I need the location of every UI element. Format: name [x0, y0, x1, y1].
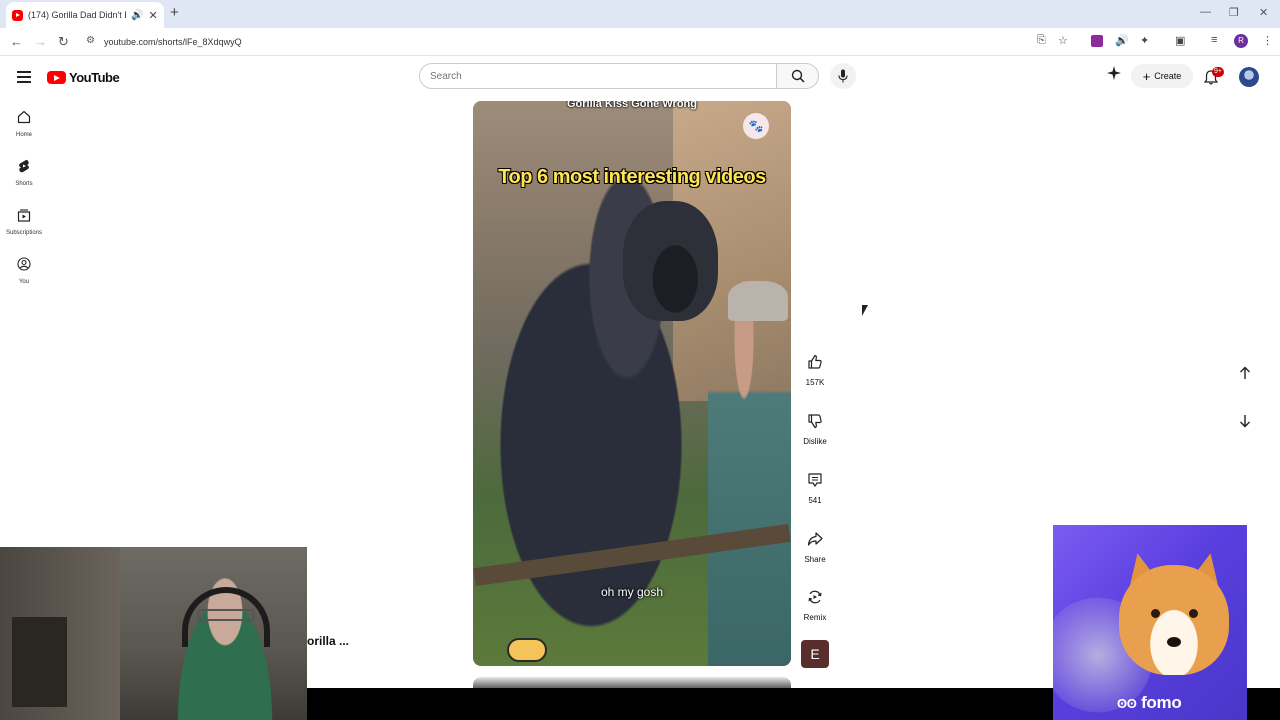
share-label: Share	[804, 555, 826, 564]
address-bar[interactable]: ⚙ youtube.com/shorts/lFe_8XdqwyQ	[80, 31, 1080, 53]
comment-count: 541	[808, 496, 822, 505]
video-headline: Top 6 most interesting videos	[498, 166, 766, 188]
dog-nose	[1167, 637, 1181, 647]
shorts-video-player[interactable]: Gorilla Kiss Gone Wrong 🐾 Top 6 most int…	[473, 101, 791, 666]
notification-count-badge: 9+	[1212, 67, 1224, 77]
home-icon	[17, 110, 31, 124]
create-button[interactable]: + Create	[1131, 64, 1193, 88]
share-arrow-icon	[807, 532, 823, 546]
next-video-title-partial: orilla ...	[307, 634, 350, 648]
ad-brand-text: fomo	[1141, 693, 1182, 712]
video-zookeeper-cap	[728, 281, 788, 321]
share-button[interactable]: Share	[797, 524, 833, 564]
close-tab-icon[interactable]: ✕	[148, 9, 157, 22]
search-button[interactable]	[777, 63, 819, 89]
previous-short-button[interactable]	[1230, 358, 1260, 388]
extensions-puzzle-icon[interactable]: ✦	[1140, 34, 1149, 47]
reading-list-icon[interactable]: ≡	[1211, 34, 1217, 46]
create-label: Create	[1154, 71, 1182, 81]
comment-icon	[808, 473, 822, 487]
guide-label-you: You	[18, 279, 30, 285]
next-short-button[interactable]	[1230, 406, 1260, 436]
search-box	[419, 63, 819, 89]
guide-item-home[interactable]: Home	[0, 110, 48, 138]
you-icon	[17, 257, 31, 271]
comments-button[interactable]: 541	[797, 465, 833, 505]
like-count: 157K	[805, 378, 825, 387]
install-app-icon[interactable]: ⎘	[1037, 34, 1046, 47]
dislike-label: Dislike	[803, 437, 827, 446]
guide-item-subscriptions[interactable]: Subscriptions	[0, 208, 48, 236]
browser-toolbar: ← → ↻ ⚙ youtube.com/shorts/lFe_8XdqwyQ	[0, 28, 1280, 56]
browser-menu-icon[interactable]: ⋮	[1262, 34, 1273, 47]
mouse-cursor-icon	[862, 305, 868, 316]
arrow-down-icon	[1240, 415, 1250, 428]
fomo-logo-icon: ʘʘ	[1117, 696, 1137, 711]
tab-title: (174) Gorilla Dad Didn't Ex	[28, 10, 126, 20]
guide-item-shorts[interactable]: Shorts	[0, 159, 48, 187]
webcam-overlay	[0, 547, 307, 720]
side-panel-icon[interactable]: ▣	[1175, 34, 1185, 47]
guide-item-you[interactable]: You	[0, 257, 48, 285]
youtube-play-icon	[47, 71, 66, 84]
arrow-up-icon	[1240, 366, 1250, 379]
ad-brand-name: ʘʘ fomo	[1117, 693, 1182, 713]
webcam-shelf	[12, 617, 67, 707]
logo-text: YouTube	[69, 70, 120, 85]
glasses-icon	[197, 609, 255, 621]
video-zookeeper	[708, 281, 791, 666]
paw-icon: 🐾	[743, 113, 769, 139]
reload-icon[interactable]: ↻	[58, 34, 69, 50]
extension-icon[interactable]	[1091, 35, 1103, 47]
browser-profile-avatar[interactable]: R	[1234, 34, 1248, 48]
minimize-icon[interactable]: —	[1200, 6, 1211, 18]
thumbs-down-icon	[808, 414, 822, 429]
remix-icon	[808, 590, 822, 604]
subscriptions-icon	[17, 209, 31, 222]
youtube-favicon-icon	[12, 9, 23, 21]
tab-audio-icon[interactable]: 🔊	[131, 10, 143, 21]
new-tab-icon[interactable]: +	[170, 4, 179, 21]
like-button[interactable]: 157K	[797, 347, 833, 387]
account-avatar[interactable]	[1239, 67, 1259, 87]
url-text: youtube.com/shorts/lFe_8XdqwyQ	[104, 37, 242, 47]
microphone-icon	[838, 69, 848, 83]
dog-eye-left	[1151, 609, 1160, 618]
menu-icon[interactable]	[17, 71, 31, 86]
remix-button[interactable]: Remix	[797, 582, 833, 622]
remix-label: Remix	[803, 613, 827, 622]
youtube-logo[interactable]: YouTube	[47, 70, 120, 85]
guide-label-shorts: Shorts	[15, 181, 33, 187]
dog-eye-right	[1189, 609, 1198, 618]
video-overlay-title: Gorilla Kiss Gone Wrong	[567, 101, 697, 110]
site-info-icon[interactable]: ⚙	[86, 35, 95, 46]
guide-label-subscriptions: Subscriptions	[5, 230, 43, 236]
media-audio-icon[interactable]: 🔊	[1115, 34, 1129, 47]
search-icon	[791, 69, 805, 83]
bookmark-star-icon[interactable]: ☆	[1058, 34, 1068, 47]
dislike-button[interactable]: Dislike	[797, 406, 833, 446]
fomo-ad-overlay: ʘʘ fomo	[1053, 525, 1247, 720]
search-input[interactable]	[419, 63, 777, 89]
plus-icon: +	[1142, 68, 1151, 84]
video-gorilla-head	[623, 201, 718, 321]
close-window-icon[interactable]: ✕	[1259, 6, 1268, 19]
channel-avatar[interactable]: E	[801, 640, 829, 668]
browser-tab[interactable]: (174) Gorilla Dad Didn't Ex 🔊 ✕	[6, 2, 164, 28]
browser-tab-strip: (174) Gorilla Dad Didn't Ex 🔊 ✕ + — ❐ ✕	[0, 0, 1280, 28]
shiba-dog-icon	[1119, 565, 1229, 675]
youtube-masthead: YouTube + Create 9+	[0, 56, 1280, 98]
video-caption: oh my gosh	[600, 585, 664, 599]
back-icon[interactable]: ←	[10, 34, 23, 49]
premium-sparkle-icon[interactable]	[1107, 66, 1121, 80]
guide-label-home: Home	[15, 132, 32, 138]
cat-sticker-icon	[507, 638, 547, 662]
maximize-icon[interactable]: ❐	[1229, 6, 1239, 19]
thumbs-up-icon	[808, 354, 822, 369]
forward-icon[interactable]: →	[34, 34, 47, 49]
voice-search-button[interactable]	[830, 63, 856, 89]
shorts-icon	[19, 159, 29, 173]
